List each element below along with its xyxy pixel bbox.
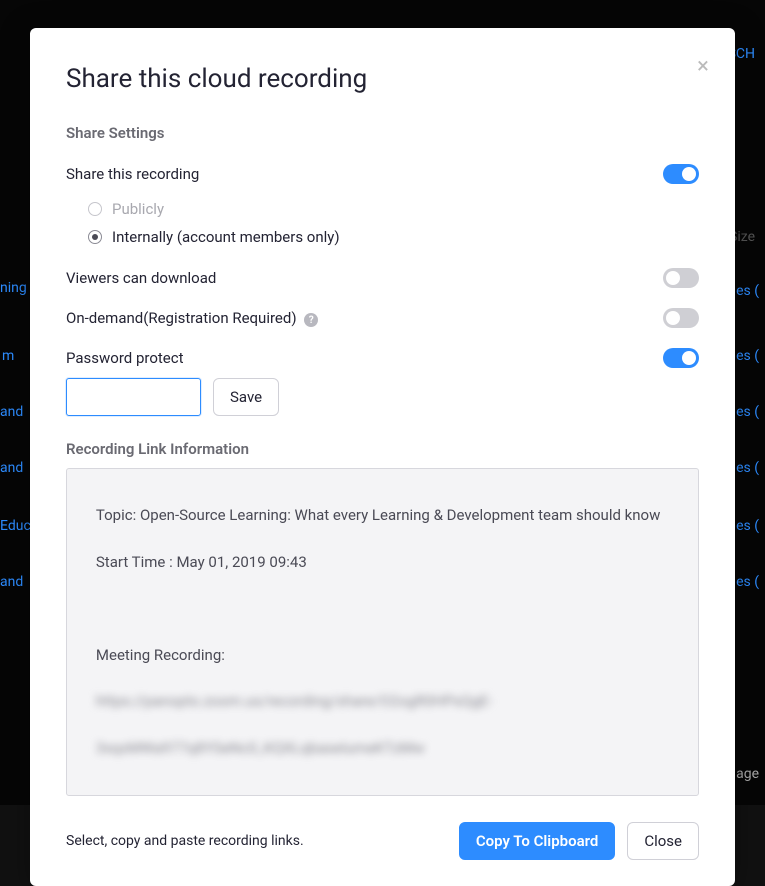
bg-es-6: es ( — [736, 574, 759, 590]
bg-and-3: and — [0, 574, 23, 590]
radio-publicly[interactable]: Publicly — [88, 200, 699, 218]
share-recording-row: Share this recording — [66, 164, 699, 184]
on-demand-label: On-demand(Registration Required) ? — [66, 309, 318, 328]
password-protect-label: Password protect — [66, 349, 184, 367]
copy-to-clipboard-button[interactable]: Copy To Clipboard — [459, 822, 615, 860]
password-protect-toggle[interactable] — [663, 348, 699, 368]
bg-es-5: es ( — [736, 518, 759, 534]
on-demand-label-text: On-demand(Registration Required) — [66, 309, 297, 327]
viewers-download-toggle[interactable] — [663, 268, 699, 288]
share-recording-label: Share this recording — [66, 165, 199, 183]
link-start-label: Start Time : — [96, 553, 173, 571]
share-settings-heading: Share Settings — [66, 124, 699, 142]
modal-footer: Select, copy and paste recording links. … — [66, 822, 699, 860]
viewers-download-label: Viewers can download — [66, 269, 216, 287]
on-demand-toggle[interactable] — [663, 308, 699, 328]
bg-es-3: es ( — [736, 404, 759, 420]
close-icon[interactable]: × — [691, 56, 715, 80]
radio-internally-label: Internally (account members only) — [112, 228, 340, 246]
share-scope-radio-group: Publicly Internally (account members onl… — [88, 200, 699, 246]
password-protect-row: Password protect — [66, 348, 699, 368]
link-info-heading: Recording Link Information — [66, 440, 699, 458]
bg-educ: Educ — [0, 518, 31, 534]
close-button[interactable]: Close — [627, 822, 699, 860]
bg-es-1: es ( — [736, 283, 759, 299]
link-start-time: May 01, 2019 09:43 — [176, 553, 306, 571]
link-meeting-recording-label: Meeting Recording: — [96, 646, 225, 664]
viewers-download-row: Viewers can download — [66, 268, 699, 288]
bg-ning: ning — [0, 280, 27, 296]
link-url-line-1: https://panopto.zoom.us/recording/share/… — [96, 692, 493, 710]
bg-es-4: es ( — [736, 460, 759, 476]
on-demand-row: On-demand(Registration Required) ? — [66, 308, 699, 328]
link-topic: Open-Source Learning: What every Learnin… — [140, 506, 660, 524]
radio-internally[interactable]: Internally (account members only) — [88, 228, 699, 246]
password-input[interactable] — [66, 378, 201, 416]
radio-circle-icon — [88, 202, 102, 216]
bg-m: m — [2, 348, 14, 364]
password-input-row: Save — [66, 378, 699, 416]
share-recording-toggle[interactable] — [663, 164, 699, 184]
radio-publicly-label: Publicly — [112, 200, 164, 218]
help-icon[interactable]: ? — [304, 313, 318, 327]
share-recording-modal: × Share this cloud recording Share Setti… — [30, 28, 735, 886]
save-password-button[interactable]: Save — [213, 378, 279, 416]
recording-link-textarea[interactable]: Topic: Open-Source Learning: What every … — [66, 468, 699, 796]
radio-circle-icon — [88, 230, 102, 244]
bg-es-2: es ( — [736, 348, 759, 364]
footer-buttons: Copy To Clipboard Close — [459, 822, 699, 860]
modal-title: Share this cloud recording — [66, 64, 699, 94]
link-topic-label: Topic: — [96, 506, 136, 524]
bg-age: age — [736, 766, 759, 782]
bg-and-2: and — [0, 460, 23, 476]
link-url-line-2: 3xqxMWa977q8YSeNc0_KQXLqbaseIumeKTzMw — [96, 739, 425, 757]
bg-and-1: and — [0, 404, 23, 420]
footer-hint: Select, copy and paste recording links. — [66, 833, 304, 849]
